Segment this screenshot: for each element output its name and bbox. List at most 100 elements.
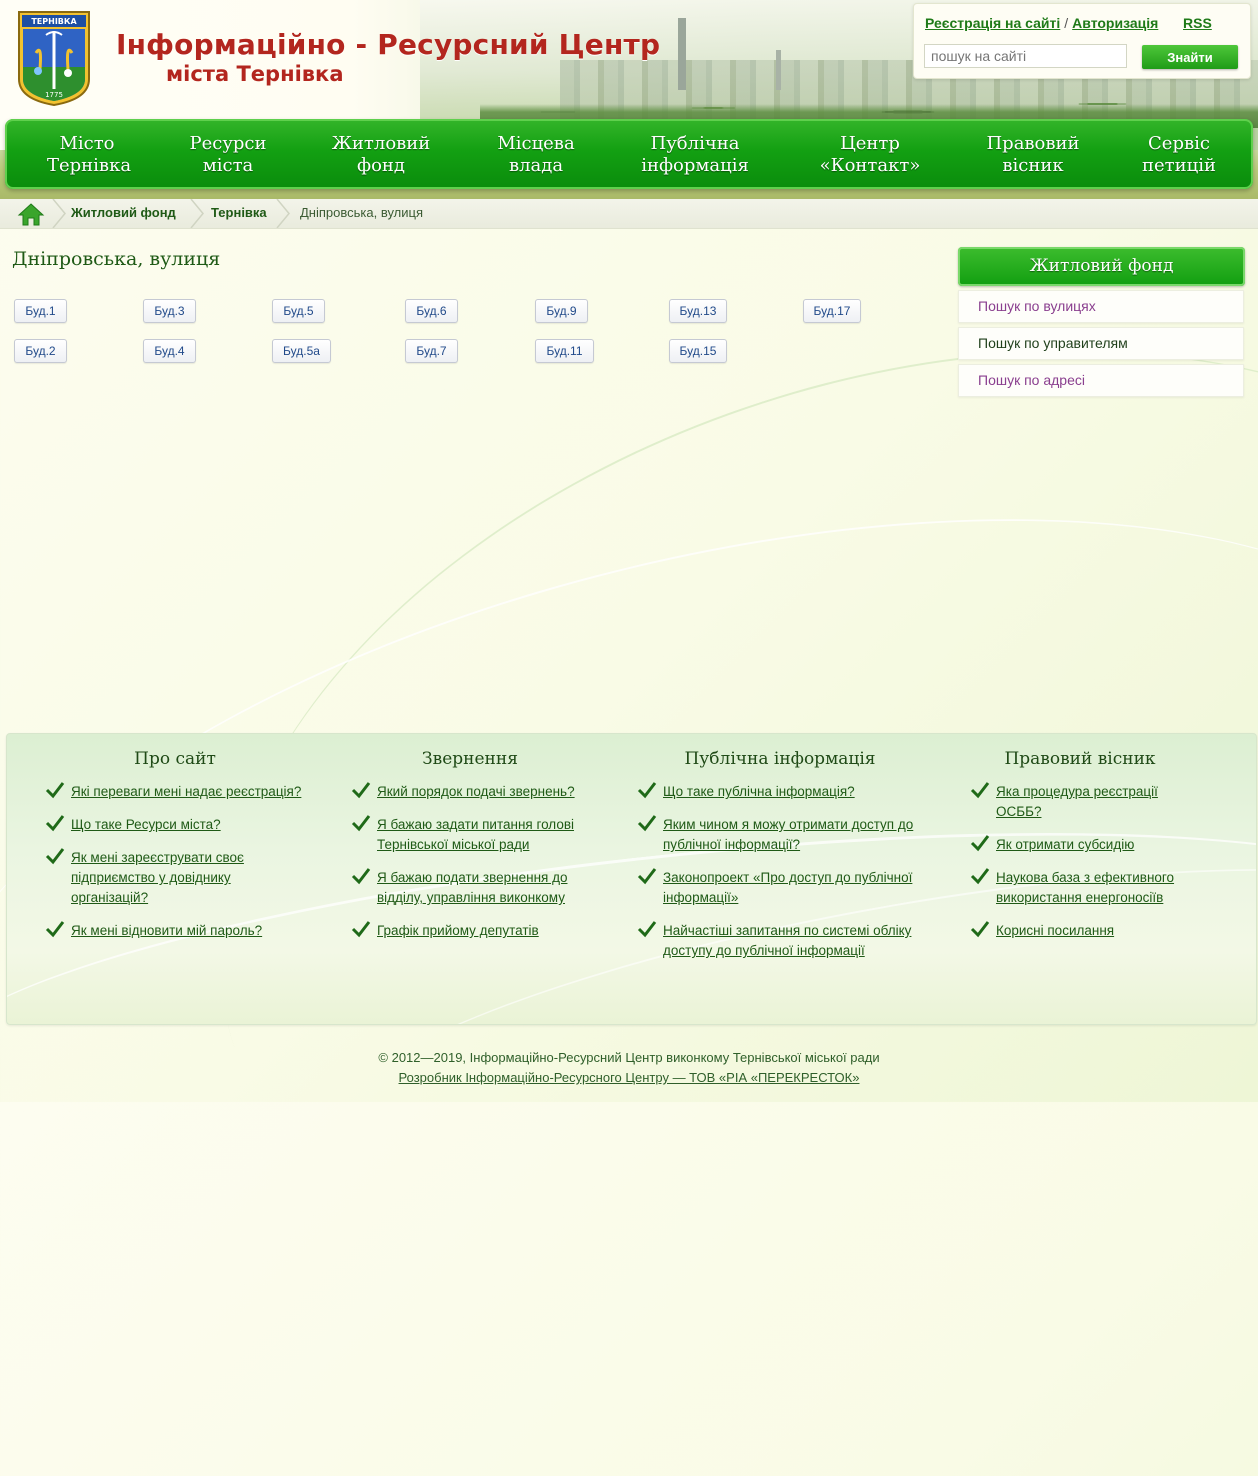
checkmark-icon <box>637 868 657 885</box>
checkmark-icon <box>351 815 371 832</box>
breadcrumb-current: Дніпровська, вулиця <box>300 205 423 220</box>
faq-item: Корисні посилання <box>970 921 1196 941</box>
home-icon[interactable] <box>17 202 45 226</box>
nav-label: інформація <box>641 155 749 176</box>
building-button[interactable]: Буд.11 <box>535 339 594 363</box>
breadcrumb-city[interactable]: Тернівка <box>211 205 267 220</box>
sidebar-item-search-by-manager[interactable]: Пошук по управителям <box>958 327 1244 360</box>
faq-link[interactable]: Законопроект «Про доступ до публічної ін… <box>663 870 912 905</box>
search-button[interactable]: Знайти <box>1142 45 1238 69</box>
checkmark-icon <box>970 921 990 938</box>
faq-item: Як мені відновити мій пароль? <box>45 921 326 941</box>
checkmark-icon <box>351 868 371 885</box>
sidebar-item-search-by-street[interactable]: Пошук по вулицях <box>958 290 1244 323</box>
faq-link[interactable]: Який порядок подачі звернень? <box>377 784 575 799</box>
footer-col-title-legal: Правовий вісник <box>1004 749 1156 769</box>
auth-links: Реєстрація на сайті / Авторизація <box>925 15 1158 31</box>
auth-separator: / <box>1064 15 1069 31</box>
faq-link[interactable]: Наукова база з ефективного використання … <box>996 870 1174 905</box>
building-button[interactable]: Буд.1 <box>14 299 67 323</box>
login-link[interactable]: Авторизація <box>1072 15 1158 31</box>
building-button[interactable]: Буд.13 <box>669 299 727 323</box>
nav-label: Центр <box>840 133 900 154</box>
checkmark-icon <box>637 921 657 938</box>
building-button[interactable]: Буд.6 <box>405 299 458 323</box>
building-button[interactable]: Буд.7 <box>405 339 458 363</box>
faq-link[interactable]: Я бажаю подати звернення до відділу, упр… <box>377 870 567 905</box>
building-button[interactable]: Буд.4 <box>143 339 196 363</box>
building-button[interactable]: Буд.15 <box>669 339 727 363</box>
footer-col-title-appeals: Звернення <box>422 749 518 769</box>
checkmark-icon <box>45 782 65 799</box>
auth-search-box: Реєстрація на сайті/Авторизація RSS Знай… <box>913 3 1251 79</box>
checkmark-icon <box>351 782 371 799</box>
faq-link[interactable]: Як мені відновити мій пароль? <box>71 923 262 938</box>
faq-item: Які переваги мені надає реєстрація? <box>45 782 326 802</box>
faq-link[interactable]: Найчастіші запитання по системі обліку д… <box>663 923 911 958</box>
nav-item-public-information[interactable]: Публічна інформація <box>635 133 755 177</box>
nav-label: вісник <box>1002 155 1064 176</box>
faq-link[interactable]: Як мені зареєструвати своє підприємство … <box>71 850 244 905</box>
developer-line: Розробник Інформаційно-Ресурсного Центру… <box>0 1070 1258 1085</box>
footer-col-title-public-info: Публічна інформація <box>684 749 876 769</box>
faq-item: Я бажаю подати звернення до відділу, упр… <box>351 868 607 908</box>
breadcrumb-separator-icon <box>190 199 204 228</box>
building-button[interactable]: Буд.2 <box>14 339 67 363</box>
breadcrumb-separator-icon <box>52 199 66 228</box>
nav-item-city-resources[interactable]: Ресурси міста <box>185 133 271 177</box>
logo-year: 1775 <box>45 91 63 99</box>
breadcrumb-housing[interactable]: Житловий фонд <box>71 205 176 220</box>
faq-item: Наукова база з ефективного використання … <box>970 868 1206 908</box>
faq-item: Що таке Ресурси міста? <box>45 815 326 835</box>
developer-link[interactable]: Розробник Інформаційно-Ресурсного Центру… <box>399 1070 860 1085</box>
rss-link[interactable]: RSS <box>1183 15 1212 31</box>
nav-label: Ресурси <box>189 133 267 154</box>
nav-item-local-government[interactable]: Місцева влада <box>491 133 581 177</box>
breadcrumb-separator-icon <box>276 199 290 228</box>
checkmark-icon <box>45 921 65 938</box>
building-button[interactable]: Буд.3 <box>143 299 196 323</box>
main-navigation: Місто Тернівка Ресурси міста Житловий фонд … <box>5 119 1253 189</box>
footer-col-title-about: Про сайт <box>134 749 216 769</box>
checkmark-icon <box>970 835 990 852</box>
nav-item-legal-bulletin[interactable]: Правовий вісник <box>985 133 1081 177</box>
nav-label: петицій <box>1142 155 1216 176</box>
nav-label: Сервіс <box>1148 133 1210 154</box>
nav-item-petitions[interactable]: Сервіс петицій <box>1139 133 1219 177</box>
faq-link[interactable]: Корисні посилання <box>996 923 1114 938</box>
register-link[interactable]: Реєстрація на сайті <box>925 15 1060 31</box>
nav-label: Тернівка <box>47 155 132 176</box>
faq-item: Найчастіші запитання по системі обліку д… <box>637 921 943 961</box>
faq-link[interactable]: Графік прийому депутатів <box>377 923 539 938</box>
search-input[interactable] <box>924 44 1127 68</box>
nav-item-contact-center[interactable]: Центр «Контакт» <box>817 133 923 177</box>
nav-label: Місцева <box>497 133 575 154</box>
nav-item-city[interactable]: Місто Тернівка <box>47 133 131 177</box>
city-coat-of-arms-logo[interactable]: ТЕРНІВКА 1775 <box>16 9 92 107</box>
nav-label: фонд <box>356 155 405 176</box>
faq-link[interactable]: Що таке Ресурси міста? <box>71 817 221 832</box>
nav-item-housing[interactable]: Житловий фонд <box>331 133 431 177</box>
faq-item: Я бажаю задати питання голові Тернівсько… <box>351 815 607 855</box>
checkmark-icon <box>45 848 65 865</box>
faq-link[interactable]: Які переваги мені надає реєстрація? <box>71 784 301 799</box>
copyright-text: © 2012—2019, Інформаційно-Ресурсний Цент… <box>378 1050 880 1065</box>
building-button[interactable]: Буд.5а <box>272 339 331 363</box>
faq-link[interactable]: Як отримати субсидію <box>996 837 1134 852</box>
chimney-image <box>678 18 686 90</box>
faq-link[interactable]: Яким чином я можу отримати доступ до пуб… <box>663 817 913 852</box>
building-button[interactable]: Буд.9 <box>535 299 588 323</box>
faq-link[interactable]: Я бажаю задати питання голові Тернівсько… <box>377 817 574 852</box>
building-button[interactable]: Буд.17 <box>803 299 861 323</box>
nav-label: влада <box>508 155 564 176</box>
checkmark-icon <box>637 815 657 832</box>
faq-link[interactable]: Яка процедура реєстрації ОСББ? <box>996 784 1158 819</box>
building-button[interactable]: Буд.5 <box>272 299 325 323</box>
page-title: Дніпровська, вулиця <box>12 248 221 270</box>
sidebar-item-search-by-address[interactable]: Пошук по адресі <box>958 364 1244 397</box>
faq-link[interactable]: Що таке публічна інформація? <box>663 784 855 799</box>
faq-item: Яким чином я можу отримати доступ до пуб… <box>637 815 943 855</box>
nav-label: Публічна <box>650 133 740 154</box>
faq-item: Графік прийому депутатів <box>351 921 607 941</box>
sidebar-title: Житловий фонд <box>958 247 1245 286</box>
